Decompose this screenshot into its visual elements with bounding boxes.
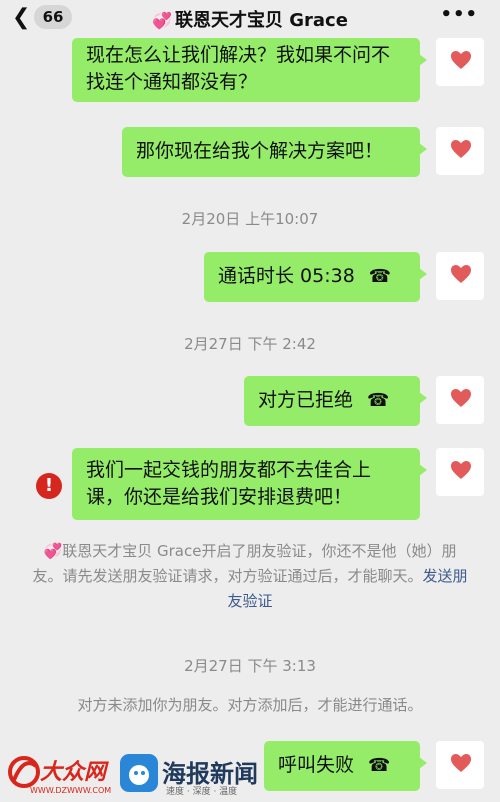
heart-emoji-icon: 💞	[43, 542, 63, 560]
chat-title: 💞 联恩天才宝贝 Grace	[0, 6, 500, 32]
user-avatar[interactable]	[436, 38, 484, 86]
notice-text: 联恩天才宝贝 Grace开启了朋友验证，你还不是他（她）朋友。请先发送朋友验证请…	[32, 542, 457, 585]
heart-emoji-icon: 💞	[152, 11, 172, 30]
haibao-watermark-logo: 海报新闻 速度 · 深度 · 温度	[118, 752, 264, 798]
user-avatar[interactable]	[436, 448, 484, 496]
heart-avatar-icon	[451, 754, 471, 772]
call-duration-bubble[interactable]: 通话时长 05:38 ☎	[204, 252, 427, 302]
call-failed-bubble[interactable]: 呼叫失败 ☎	[264, 741, 427, 791]
heart-avatar-icon	[451, 461, 471, 479]
user-avatar[interactable]	[436, 741, 484, 789]
not-friend-call-notice: 对方未添加你为朋友。对方添加后，才能进行通话。	[77, 696, 423, 714]
haibao-logo-icon	[120, 754, 158, 792]
haibao-slogan: 速度 · 深度 · 温度	[166, 787, 238, 797]
message-bubble-5[interactable]: 我们一起交钱的朋友都不去佳合上课，你还是给我们安排退费吧！	[72, 448, 427, 520]
dzwww-logo-text: 大众网	[40, 760, 107, 785]
heart-avatar-icon	[451, 265, 471, 283]
message-text: 那你现在给我个解决方案吧！	[136, 140, 384, 162]
chat-title-text: 联恩天才宝贝 Grace	[174, 10, 348, 31]
timestamp: 2月27日 下午 2:42	[184, 335, 316, 353]
send-failed-icon[interactable]: !	[36, 473, 62, 499]
more-options-icon[interactable]: •••	[440, 4, 478, 25]
message-text: 呼叫失败	[278, 754, 355, 776]
user-avatar[interactable]	[436, 127, 484, 175]
friend-verification-notice: 💞联恩天才宝贝 Grace开启了朋友验证，你还不是他（她）朋友。请先发送朋友验证…	[30, 539, 470, 614]
message-text: 通话时长 05:38	[218, 265, 355, 287]
timestamp: 2月20日 上午10:07	[181, 210, 319, 228]
message-text: 对方已拒绝	[258, 389, 354, 411]
call-declined-bubble[interactable]: 对方已拒绝 ☎	[244, 376, 427, 426]
chat-header: ❮ 66 💞 联恩天才宝贝 Grace •••	[0, 0, 500, 40]
heart-avatar-icon	[451, 389, 471, 407]
message-text: 我们一起交钱的朋友都不去佳合上课，你还是给我们安排退费吧！	[86, 459, 372, 508]
heart-avatar-icon	[451, 140, 471, 158]
timestamp: 2月27日 下午 3:13	[184, 657, 316, 675]
phone-hangup-icon: ☎	[368, 266, 392, 287]
user-avatar[interactable]	[436, 252, 484, 300]
message-text: 现在怎么让我们解决？我如果不问不找连个通知都没有？	[86, 44, 391, 93]
phone-hangup-icon: ☎	[367, 390, 390, 411]
message-bubble-2[interactable]: 那你现在给我个解决方案吧！	[122, 127, 427, 177]
user-avatar[interactable]	[436, 376, 484, 424]
message-bubble-1[interactable]: 现在怎么让我们解决？我如果不问不找连个通知都没有？	[72, 38, 427, 102]
dzwww-url: WWW.DZWWW.COM	[30, 786, 112, 795]
phone-hangup-icon: ☎	[368, 755, 391, 776]
dzwww-watermark-logo: 大众网 WWW.DZWWW.COM	[6, 752, 112, 798]
heart-avatar-icon	[451, 51, 471, 69]
